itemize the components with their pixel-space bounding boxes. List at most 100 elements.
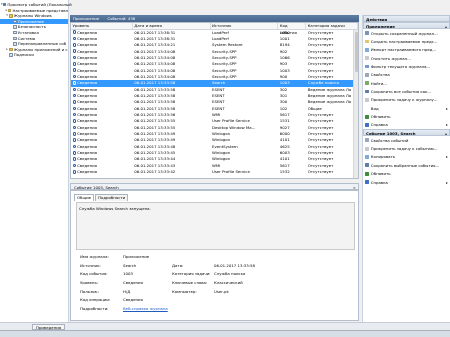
actions-log-items: Открыть сохраненный журнал... Создать нас…	[363, 29, 450, 129]
cell-level-text: Сведения	[77, 92, 97, 98]
cell-level-text: Сведения	[77, 80, 97, 86]
action-item[interactable]: Обновить	[363, 170, 450, 178]
actions-section-event[interactable]: Событие 1003, Search ▴	[363, 129, 450, 137]
info-icon	[72, 49, 77, 54]
event-detail-header: Событие 1003, Search ×	[70, 183, 359, 190]
action-item[interactable]: Сохранить выбранные события...	[363, 161, 450, 169]
submenu-arrow-icon: ▸	[446, 154, 448, 160]
action-item[interactable]: Создать настраиваемое предс...	[363, 37, 450, 45]
action-item-label: Обновить	[370, 114, 391, 120]
cell-level-text: Сведения	[77, 111, 97, 117]
column-source[interactable]: Источник	[211, 23, 279, 29]
action-item[interactable]: Справка ▸	[363, 121, 450, 129]
label-date: Дата:	[172, 263, 184, 268]
action-item-label: Открыть сохраненный журнал...	[370, 30, 438, 36]
cell-level-text: Сведения	[77, 29, 97, 35]
actions-event-items: Свойства событий Прикрепить задачу к собы…	[363, 136, 450, 186]
action-item[interactable]: Свойства событий	[363, 136, 450, 144]
action-item[interactable]: Обновить	[363, 112, 450, 120]
event-list-scrollbar[interactable]	[353, 29, 358, 178]
action-icon	[365, 31, 369, 36]
label-level: Уровень:	[80, 280, 99, 285]
column-event-id[interactable]: Код события	[278, 23, 307, 35]
action-item-label: Прикрепить задачу к событию...	[370, 146, 438, 152]
action-item[interactable]: Импорт настраиваемого пред...	[363, 46, 450, 54]
actions-section-log-label: Приложение	[366, 24, 395, 29]
value-opcode: Сведения	[123, 297, 143, 302]
action-icon	[365, 56, 369, 61]
action-item-label: Очистить журнал...	[370, 55, 411, 61]
action-item[interactable]: Копировать ▸	[363, 153, 450, 161]
action-item[interactable]: Найти...	[363, 79, 450, 87]
info-icon	[72, 74, 77, 79]
info-icon	[72, 144, 77, 149]
tab-general[interactable]: Общие	[74, 194, 95, 201]
info-icon	[72, 68, 77, 73]
action-icon	[365, 47, 369, 52]
cell-level-text: Сведения	[77, 105, 97, 111]
action-item[interactable]: Свойства	[363, 71, 450, 79]
action-item[interactable]: Вид ▸	[363, 104, 450, 112]
label-computer: Компьютер:	[172, 289, 197, 294]
column-level[interactable]: Уровень	[71, 23, 133, 29]
column-datetime[interactable]: Дата и время	[133, 23, 211, 29]
collapse-icon[interactable]: ▴	[445, 130, 447, 137]
cell-level: Сведения	[71, 169, 133, 175]
label-opcode: Код операции:	[80, 297, 111, 302]
actions-section-event-label: Событие 1003, Search	[366, 131, 416, 137]
info-icon	[72, 62, 77, 66]
cell-level-text: Сведения	[77, 99, 97, 105]
cell-event-id: 1532	[279, 169, 290, 175]
value-computer: User-pk	[214, 289, 229, 294]
action-item[interactable]: Справка ▸	[363, 178, 450, 186]
help-link[interactable]: Веб-справка журнала	[123, 307, 168, 311]
label-log: Имя журнала:	[80, 254, 109, 259]
event-message: Служба Windows Search запущена.	[76, 202, 355, 250]
cell-level-text: Сведения	[77, 137, 97, 143]
table-row[interactable]: Сведения 06.01.2017 13:33:42 User Profile …	[71, 169, 358, 175]
event-detail-pane: Общие Подробности Служба Windows Search …	[70, 190, 359, 321]
action-item[interactable]: Прикрепить задачу к журналу...	[363, 96, 450, 104]
info-icon	[72, 169, 77, 174]
action-icon	[365, 72, 369, 77]
action-item-label: Найти...	[370, 80, 388, 86]
label-event-id: Код события:	[80, 271, 108, 276]
column-task-category[interactable]: Категория задачи	[306, 23, 358, 29]
info-icon	[72, 163, 77, 168]
action-item[interactable]: Открыть сохраненный журнал...	[363, 29, 450, 37]
action-icon	[365, 171, 369, 176]
action-icon	[365, 81, 369, 86]
action-item-label: Обновить	[370, 171, 391, 177]
info-icon	[72, 157, 77, 161]
info-icon	[72, 150, 77, 155]
action-item[interactable]: Прикрепить задачу к событию...	[363, 144, 450, 152]
tree-item[interactable]: Подписки	[0, 52, 68, 58]
action-icon	[365, 155, 369, 159]
log-icon	[13, 25, 17, 29]
action-item[interactable]: Сохранить все события как...	[363, 87, 450, 95]
action-item[interactable]: Очистить журнал...	[363, 54, 450, 62]
label-user: Пользов.:	[80, 289, 100, 294]
collapse-icon[interactable]: ▴	[445, 23, 447, 30]
info-icon	[72, 36, 77, 41]
log-icon	[13, 19, 17, 24]
action-item-label: Сохранить выбранные события...	[370, 162, 440, 168]
cell-level-text: Сведения	[77, 162, 97, 168]
detail-tabs: Общие Подробности	[74, 194, 358, 201]
event-count: Событий: 438	[107, 16, 136, 21]
action-item-label: Свойства событий	[370, 137, 409, 143]
action-item-label: Свойства	[370, 72, 390, 78]
log-icon	[13, 42, 17, 46]
actions-section-log[interactable]: Приложение ▴	[363, 22, 450, 29]
info-icon	[72, 112, 77, 117]
tab-details[interactable]: Подробности	[95, 194, 129, 201]
info-icon	[72, 131, 77, 136]
event-list[interactable]: Уровень Дата и время Источник Код событи…	[70, 22, 359, 179]
log-header: Приложение Событий: 438	[70, 15, 359, 22]
cell-level-text: Сведения	[77, 124, 97, 130]
action-item[interactable]: Фильтр текущего журнала...	[363, 62, 450, 70]
scrollbar-thumb[interactable]	[354, 31, 358, 72]
cell-level-text: Сведения	[77, 156, 97, 162]
value-date: 06.01.2017 13:33:58	[214, 263, 255, 268]
action-icon	[365, 123, 369, 127]
